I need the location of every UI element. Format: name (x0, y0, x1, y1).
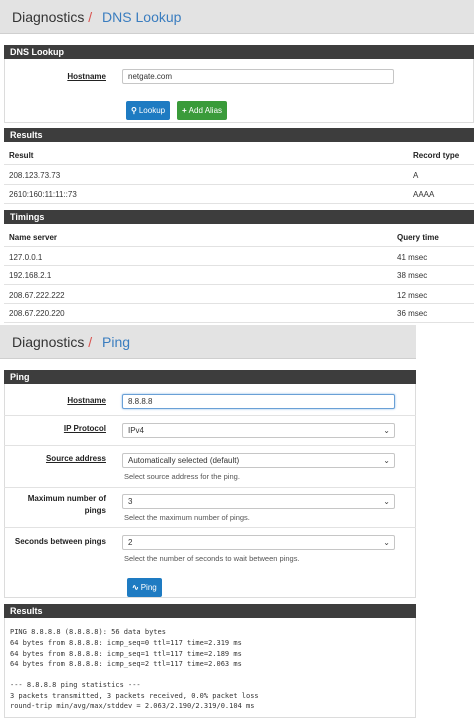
max-pings-label-line1: Maximum number of (27, 494, 106, 503)
seconds-between-pings-select[interactable]: 2 ⌄ (122, 535, 395, 550)
ip-protocol-select[interactable]: IPv4 ⌄ (122, 423, 395, 438)
results-column-record-type: Record type (413, 151, 460, 160)
record-type-cell: AAAA (413, 190, 435, 199)
source-address-help: Select source address for the ping. (124, 472, 240, 481)
ping-button[interactable]: ∿ Ping (127, 578, 162, 597)
ping-output-line: PING 8.8.8.8 (8.8.8.8): 56 data bytes (10, 628, 166, 636)
chevron-down-icon: ⌄ (383, 538, 390, 547)
max-pings-select[interactable]: 3 ⌄ (122, 494, 395, 509)
query-time-cell: 41 msec (397, 253, 428, 262)
ping-hostname-label: Hostname (67, 396, 106, 405)
seconds-between-pings-value: 2 (128, 538, 133, 547)
query-time-cell: 38 msec (397, 271, 428, 280)
dns-hostname-input[interactable]: netgate.com (122, 69, 394, 84)
divider (4, 203, 474, 204)
ping-output-line: 64 bytes from 8.8.8.8: icmp_seq=2 ttl=11… (10, 660, 242, 668)
query-time-cell: 36 msec (397, 309, 428, 318)
plus-icon: + (182, 106, 187, 115)
source-address-select[interactable]: Automatically selected (default) ⌄ (122, 453, 395, 468)
divider (4, 445, 416, 446)
breadcrumb-section[interactable]: Diagnostics (12, 334, 84, 350)
timings-column-query-time: Query time (397, 233, 439, 242)
query-time-cell: 12 msec (397, 291, 428, 300)
dns-breadcrumb: Diagnostics / DNS Lookup (0, 0, 474, 34)
chevron-down-icon: ⌄ (383, 426, 390, 435)
lookup-button-label: Lookup (138, 106, 166, 115)
chevron-down-icon: ⌄ (383, 497, 390, 506)
rss-icon: ∿ (132, 583, 139, 592)
result-cell: 2610:160:11:11::73 (9, 190, 77, 199)
ping-results-header: Results (4, 604, 416, 618)
timings-column-name-server: Name server (9, 233, 58, 242)
max-pings-label-line2: pings (84, 506, 106, 515)
divider (4, 527, 416, 528)
divider (4, 246, 474, 247)
lookup-button[interactable]: ⚲ Lookup (126, 101, 171, 120)
breadcrumb-separator: / (88, 9, 93, 25)
dns-hostname-label: Hostname (67, 72, 106, 81)
result-cell: 208.123.73.73 (9, 171, 61, 180)
breadcrumb-separator: / (88, 334, 93, 350)
name-server-cell: 127.0.0.1 (9, 253, 43, 262)
divider (4, 303, 474, 304)
divider (4, 322, 474, 323)
name-server-cell: 208.67.222.222 (9, 291, 65, 300)
search-icon: ⚲ (131, 106, 137, 115)
ping-breadcrumb: Diagnostics / Ping (0, 325, 416, 359)
timings-header: Timings (4, 210, 474, 224)
ping-output-line: round-trip min/avg/max/stddev = 2.063/2.… (10, 702, 255, 710)
dns-lookup-panel-header: DNS Lookup (4, 45, 474, 59)
name-server-cell: 208.67.220.220 (9, 309, 65, 318)
add-alias-button-label: Add Alias (188, 106, 223, 115)
divider (4, 265, 474, 266)
ip-protocol-label: IP Protocol (63, 424, 106, 433)
ping-button-label: Ping (140, 583, 157, 592)
divider (4, 164, 474, 165)
dns-results-header: Results (4, 128, 474, 142)
ping-hostname-input[interactable]: 8.8.8.8 (122, 394, 395, 409)
breadcrumb-current: DNS Lookup (102, 9, 182, 25)
max-pings-help: Select the maximum number of pings. (124, 513, 250, 522)
ping-output-line: --- 8.8.8.8 ping statistics --- (10, 681, 141, 689)
ping-output-line: 64 bytes from 8.8.8.8: icmp_seq=1 ttl=11… (10, 650, 242, 658)
breadcrumb-current: Ping (102, 334, 131, 350)
source-address-value: Automatically selected (default) (128, 456, 240, 465)
ping-output-line: 64 bytes from 8.8.8.8: icmp_seq=0 ttl=11… (10, 639, 242, 647)
breadcrumb-section[interactable]: Diagnostics (12, 9, 84, 25)
name-server-cell: 192.168.2.1 (9, 271, 52, 280)
divider (4, 284, 474, 285)
results-column-result: Result (9, 151, 34, 160)
divider (4, 487, 416, 488)
max-pings-value: 3 (128, 497, 133, 506)
add-alias-button[interactable]: + Add Alias (177, 101, 228, 120)
divider (4, 415, 416, 416)
seconds-between-pings-help: Select the number of seconds to wait bet… (124, 554, 300, 563)
ip-protocol-value: IPv4 (128, 426, 145, 435)
ping-panel-header: Ping (4, 370, 416, 384)
record-type-cell: A (413, 171, 419, 180)
ping-panel (4, 384, 416, 598)
source-address-label: Source address (45, 454, 106, 463)
ping-output-line: 3 packets transmitted, 3 packets receive… (10, 692, 259, 700)
divider (4, 184, 474, 185)
max-pings-label: Maximum number of pings (10, 494, 106, 515)
chevron-down-icon: ⌄ (383, 456, 390, 465)
seconds-between-pings-label: Seconds between pings (14, 537, 106, 546)
